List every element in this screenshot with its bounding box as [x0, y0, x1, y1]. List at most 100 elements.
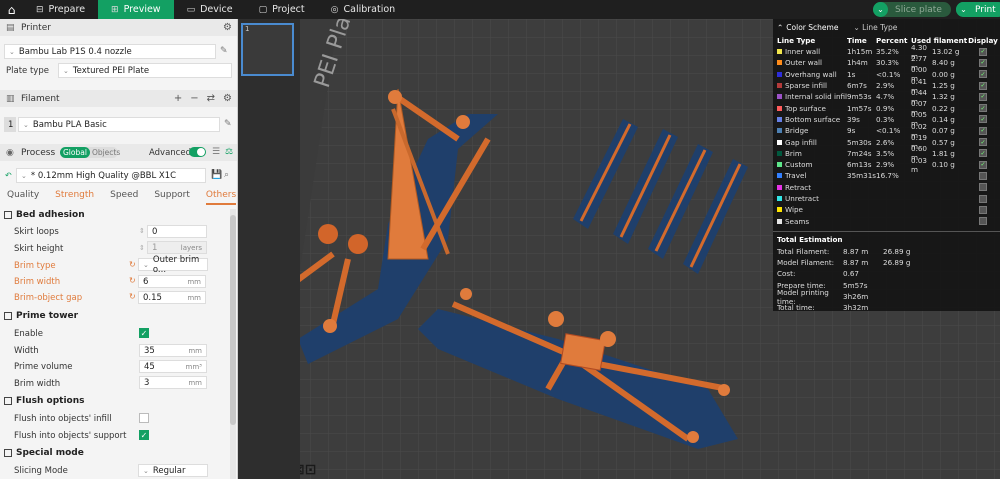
legend-percent: 2.9%: [876, 160, 895, 170]
legend-display-cell: ✓: [968, 104, 998, 113]
legend-line-type: Unretract: [773, 194, 847, 203]
legend-percent: 16.7%: [876, 171, 899, 181]
sync-icon[interactable]: ⇄: [207, 93, 215, 104]
display-checkbox[interactable]: [979, 183, 987, 192]
estimation-label: Cost:: [777, 269, 796, 279]
home-icon[interactable]: ⌂: [0, 0, 23, 19]
line-type-select[interactable]: ⌄ Line Type: [853, 23, 897, 32]
display-checkbox[interactable]: ✓: [979, 70, 987, 79]
plate-thumbnail[interactable]: 1: [241, 23, 294, 76]
skirt-height-input[interactable]: 1 layers: [147, 241, 207, 254]
flush-support-checkbox[interactable]: ✓: [139, 430, 149, 440]
legend-weight: 1.25 g: [932, 81, 955, 91]
legend-row: Retract: [773, 182, 1000, 193]
flush-infill-label: Flush into objects' infill: [14, 414, 112, 424]
prime-brim-width-input[interactable]: 3 mm: [139, 376, 207, 389]
flush-infill-checkbox[interactable]: [139, 413, 149, 423]
printer-select[interactable]: ⌄ Bambu Lab P1S 0.4 nozzle: [4, 44, 216, 59]
tab-speed[interactable]: Speed: [110, 190, 138, 205]
legend-line-type: Internal solid infill: [773, 92, 847, 101]
legend-row: Overhang wall 1s <0.1% 0.00 m 0.00 g ✓: [773, 65, 1000, 83]
legend-weight: 0.10 g: [932, 160, 955, 170]
legend-row: Unretract: [773, 193, 1000, 204]
legend-line-name: Top surface: [785, 103, 826, 113]
print-button[interactable]: ⌄ Print: [956, 2, 1000, 17]
list-icon[interactable]: ☰: [212, 147, 220, 157]
display-checkbox[interactable]: [979, 171, 987, 180]
gear-icon[interactable]: ⚙: [223, 22, 232, 33]
display-checkbox[interactable]: ✓: [979, 138, 987, 147]
tab-others[interactable]: Others: [205, 190, 237, 205]
display-checkbox[interactable]: [979, 217, 987, 226]
legend-weight: 0.00 g: [932, 69, 955, 79]
chevron-down-icon: ⌄: [21, 171, 27, 180]
tab-project[interactable]: ▢ Project: [246, 0, 318, 19]
display-checkbox[interactable]: ✓: [979, 149, 987, 158]
collapse-icon[interactable]: ⌃: [777, 23, 783, 32]
color-swatch: [777, 94, 782, 100]
legend-row: Top surface 1m57s 0.9% 0.07 m 0.22 g ✓: [773, 99, 1000, 117]
display-checkbox[interactable]: ✓: [979, 126, 987, 135]
brim-width-input[interactable]: 6 mm: [138, 275, 206, 288]
display-checkbox[interactable]: ✓: [979, 47, 987, 56]
add-icon[interactable]: +: [174, 93, 182, 104]
gear-icon[interactable]: ⚙: [223, 93, 232, 104]
brim-type-label: Brim type: [14, 261, 56, 271]
display-checkbox[interactable]: ✓: [979, 115, 987, 124]
undo-icon[interactable]: ↶: [5, 171, 12, 180]
reset-icon[interactable]: ↻: [129, 260, 136, 269]
tab-quality[interactable]: Quality: [7, 190, 39, 205]
compare-icon[interactable]: ⚖: [225, 147, 233, 157]
plate-thumbnail-strip: 1: [238, 19, 300, 479]
tab-preview[interactable]: ⊞ Preview: [98, 0, 174, 19]
filament-select[interactable]: ⌄ Bambu PLA Basic: [18, 117, 220, 132]
slicing-mode-select[interactable]: ⌄ Regular: [138, 464, 208, 477]
estimation-label: Model Filament:: [777, 258, 835, 268]
remove-icon[interactable]: −: [190, 93, 198, 104]
display-checkbox[interactable]: [979, 205, 987, 214]
reset-icon[interactable]: ↻: [129, 292, 136, 301]
color-swatch: [777, 105, 782, 111]
display-checkbox[interactable]: [979, 194, 987, 203]
prime-tower-enable-label: Enable: [14, 329, 43, 339]
brim-object-gap-input[interactable]: 0.15 mm: [138, 291, 206, 304]
process-profile-select[interactable]: ⌄ * 0.12mm High Quality @BBL X1C: [16, 168, 206, 183]
edit-icon[interactable]: ✎: [224, 119, 232, 129]
search-icon[interactable]: ⌕: [224, 170, 229, 180]
spin-icon[interactable]: ⇕: [139, 244, 145, 252]
tab-support[interactable]: Support: [154, 190, 190, 205]
display-checkbox[interactable]: ✓: [979, 58, 987, 67]
display-checkbox[interactable]: ✓: [979, 92, 987, 101]
legend-row: Seams: [773, 215, 1000, 226]
display-checkbox[interactable]: ✓: [979, 160, 987, 169]
tab-prepare[interactable]: ⊟ Prepare: [23, 0, 98, 19]
legend-display-cell: [968, 194, 998, 203]
color-swatch: [777, 162, 782, 168]
skirt-loops-input[interactable]: 0: [147, 225, 207, 238]
plate-type-select[interactable]: ⌄ Textured PEI Plate: [58, 63, 232, 78]
chevron-down-icon[interactable]: ⌄: [873, 2, 888, 17]
legend-row: Wipe: [773, 204, 1000, 215]
prime-tower-width-input[interactable]: 35 mm: [139, 344, 207, 357]
chevron-down-icon[interactable]: ⌄: [956, 2, 971, 17]
tab-strength[interactable]: Strength: [55, 190, 94, 205]
advanced-toggle[interactable]: [189, 147, 206, 157]
slice-plate-button[interactable]: ⌄ Slice plate: [873, 2, 951, 17]
reset-icon[interactable]: ↻: [129, 276, 136, 285]
settings-scrollbar[interactable]: [230, 209, 236, 479]
color-swatch: [777, 184, 782, 190]
display-checkbox[interactable]: ✓: [979, 81, 987, 90]
edit-icon[interactable]: ✎: [220, 46, 228, 56]
prepare-icon: ⊟: [36, 4, 44, 15]
save-icon[interactable]: 💾: [211, 170, 222, 180]
tab-calibration[interactable]: ◎ Calibration: [318, 0, 409, 19]
color-swatch: [777, 173, 782, 179]
display-checkbox[interactable]: ✓: [979, 104, 987, 113]
tab-device[interactable]: ▭ Device: [174, 0, 246, 19]
prime-tower-enable-checkbox[interactable]: ✓: [139, 328, 149, 338]
scrollbar-thumb[interactable]: [230, 215, 236, 425]
global-objects-switch[interactable]: Global Objects: [60, 147, 120, 158]
brim-type-select[interactable]: ⌄ Outer brim o...: [138, 255, 208, 275]
prime-volume-input[interactable]: 45 mm³: [139, 360, 207, 373]
spin-icon[interactable]: ⇕: [139, 227, 145, 235]
